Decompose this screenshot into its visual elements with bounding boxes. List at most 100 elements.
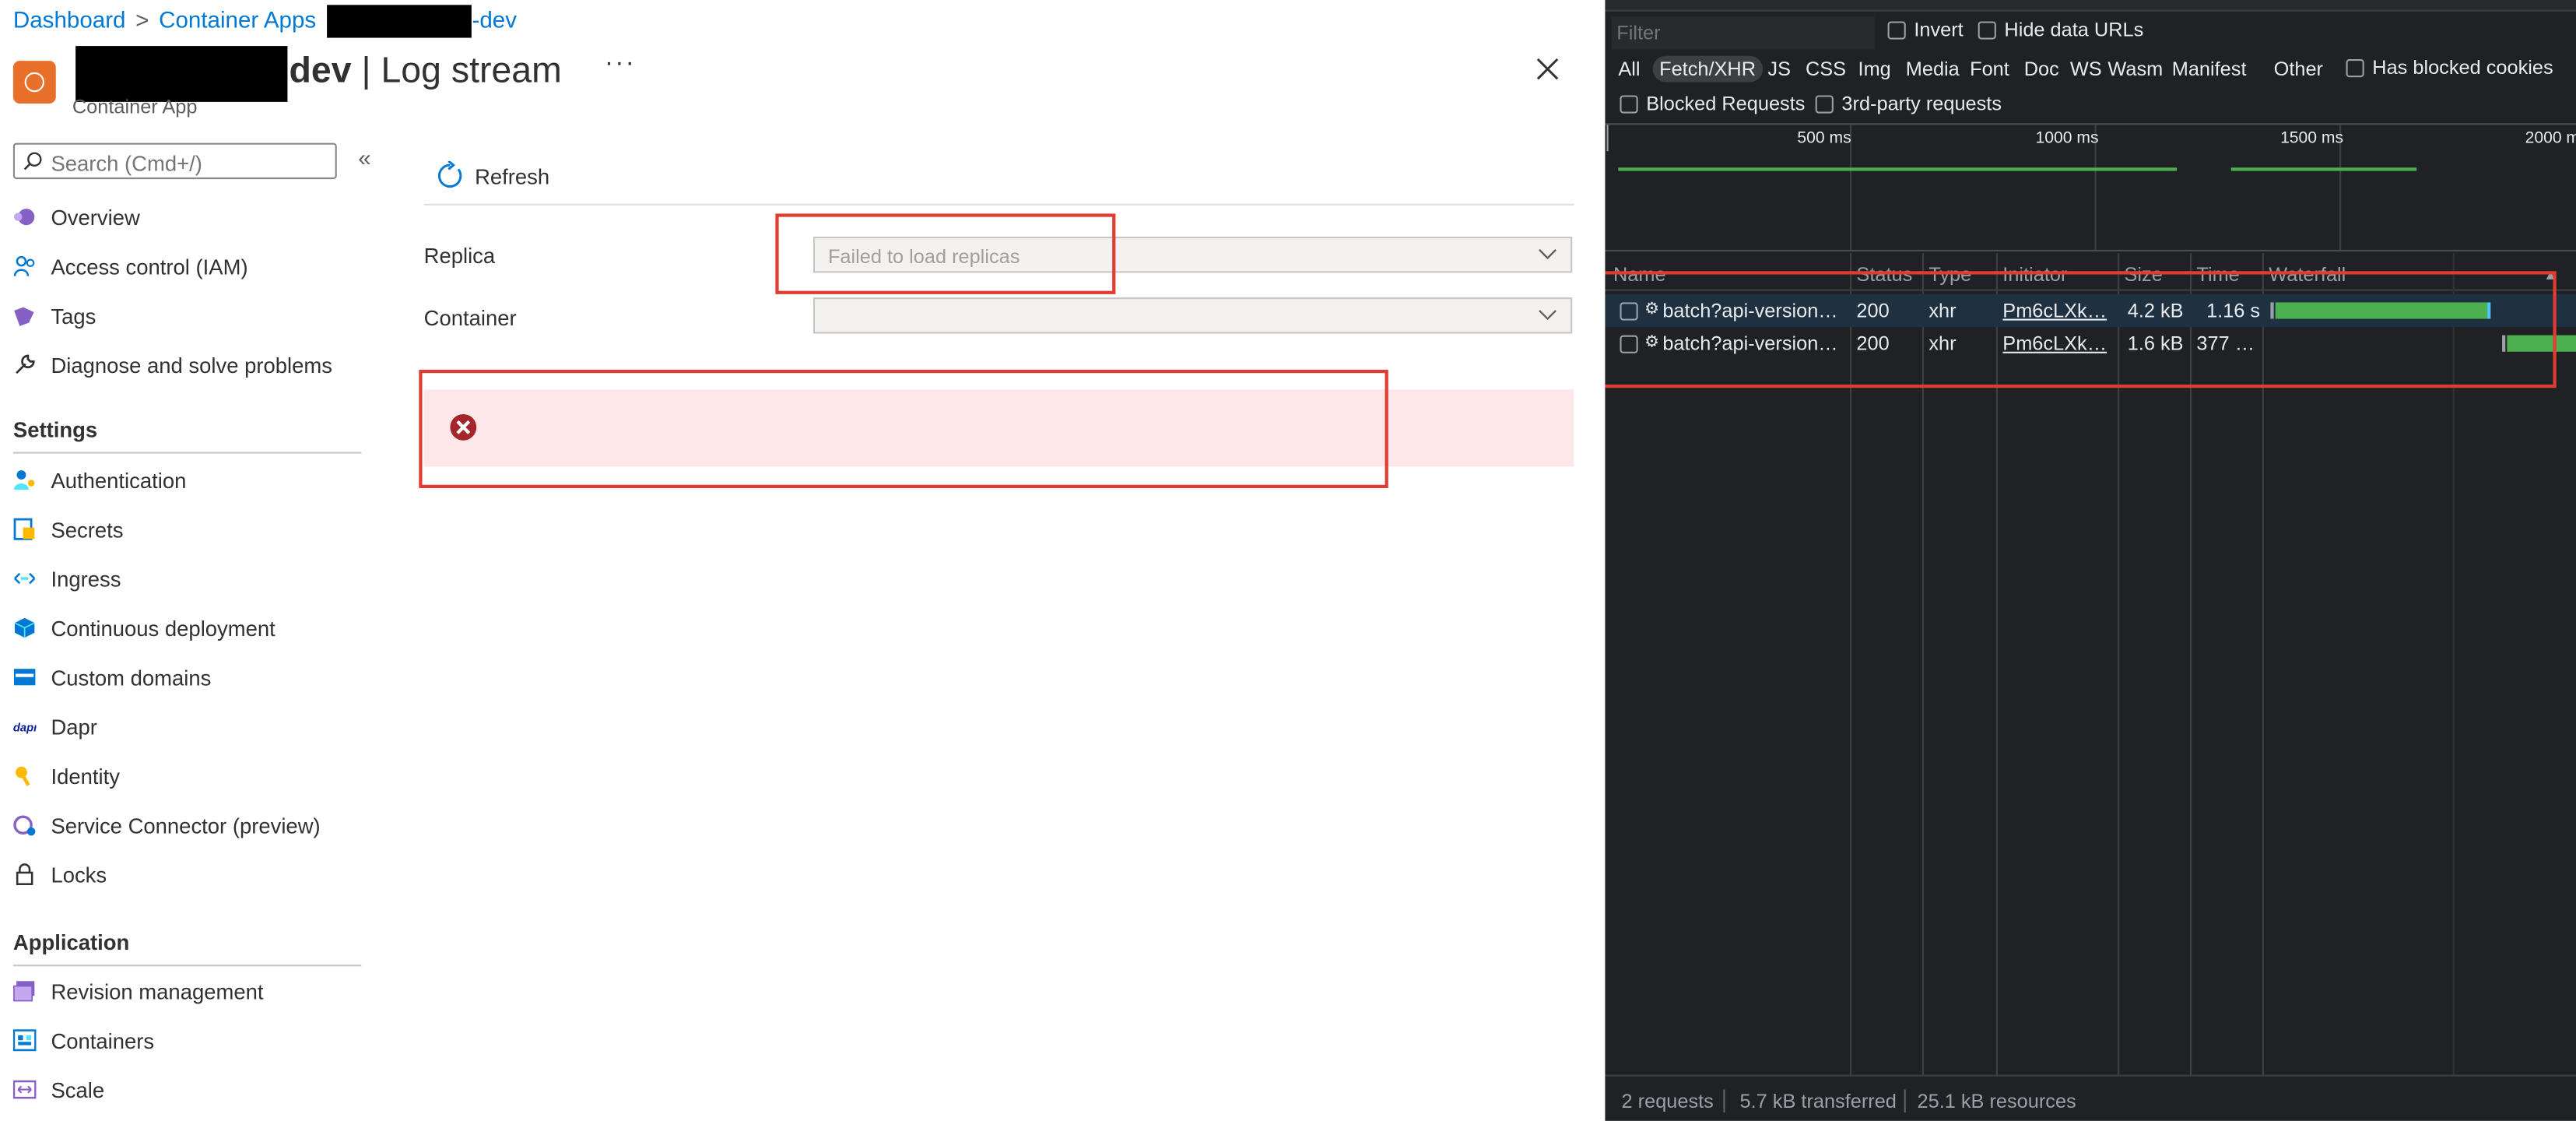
highlight-box-requests: [1605, 271, 2557, 388]
invert-label: Invert: [1914, 18, 1964, 41]
page-title: dev | Log stream: [290, 49, 562, 92]
collapse-sidebar-button[interactable]: «: [358, 145, 370, 171]
sidebar-item-label: Locks: [51, 863, 107, 887]
breadcrumb-dashboard[interactable]: Dashboard: [13, 6, 126, 33]
summary-resources: 25.1 kB resources: [1917, 1089, 2076, 1113]
search-input[interactable]: [47, 144, 334, 181]
close-icon: [1536, 58, 1559, 80]
sidebar-item-custom-domains[interactable]: Custom domains: [13, 659, 362, 699]
overview-request-bar: [1618, 167, 2178, 171]
timeline-tick: 2000 ms: [2525, 129, 2576, 148]
search-icon: [23, 152, 42, 170]
sidebar-item-dapr[interactable]: dapr Dapr: [13, 708, 362, 748]
section-heading-settings: Settings: [12, 417, 98, 442]
sidebar-item-tags[interactable]: Tags: [13, 297, 362, 337]
sidebar-item-label: Scale: [51, 1077, 105, 1103]
sidebar-item-label: Tags: [51, 304, 97, 329]
sidebar-item-identity[interactable]: Identity: [13, 757, 362, 797]
redacted-block: [327, 5, 472, 38]
container-label: Container: [423, 305, 517, 331]
type-filter-font[interactable]: Font: [1965, 56, 2014, 83]
type-filter-js[interactable]: JS: [1763, 56, 1795, 83]
section-divider: [12, 965, 362, 967]
has-blocked-cookies-label: Has blocked cookies: [2372, 55, 2553, 79]
breadcrumb: Dashboard > Container Apps -dev: [13, 5, 517, 38]
redacted-block: [75, 46, 288, 102]
revision-icon: [13, 981, 35, 1002]
www-icon: [13, 669, 36, 686]
toolbar-divider: [423, 203, 1574, 206]
breadcrumb-container-apps[interactable]: Container Apps: [159, 6, 316, 33]
person-key-icon: [13, 470, 35, 490]
sidebar-item-ingress[interactable]: Ingress: [13, 560, 362, 600]
page-title-suffix: | Log stream: [351, 49, 562, 91]
breadcrumb-app-suffix[interactable]: -dev: [472, 6, 517, 33]
third-party-requests-checkbox[interactable]: [1815, 95, 1834, 114]
has-blocked-cookies-checkbox[interactable]: [2346, 58, 2364, 78]
sidebar-item-label: Overview: [51, 205, 140, 230]
type-filter-media[interactable]: Media: [1900, 56, 1964, 83]
timeline-tick: 1500 ms: [2280, 129, 2344, 148]
connector-icon: [13, 815, 36, 836]
search-box[interactable]: [12, 142, 337, 181]
sidebar-item-access-control[interactable]: Access control (IAM): [13, 248, 362, 288]
breadcrumb-separator: >: [135, 5, 149, 33]
close-button[interactable]: [1531, 53, 1563, 86]
refresh-icon: [437, 160, 462, 188]
network-summary-bar: 2 requests 5.7 kB transferred 25.1 kB re…: [1605, 1074, 2576, 1121]
scale-icon: [12, 1080, 37, 1099]
highlight-box-error: [419, 369, 1388, 488]
tick-gridline: [1606, 125, 1609, 152]
sidebar-item-service-connector[interactable]: Service Connector (preview): [13, 807, 362, 847]
type-filter-other[interactable]: Other: [2269, 56, 2328, 83]
sidebar-item-overview[interactable]: Overview: [13, 199, 362, 238]
key-icon: [16, 766, 30, 786]
containers-icon: [12, 1029, 37, 1052]
more-options-button[interactable]: ···: [605, 49, 636, 79]
sidebar-item-continuous-deployment[interactable]: Continuous deployment: [13, 610, 362, 649]
sidebar-item-authentication[interactable]: Authentication: [13, 462, 362, 501]
highlight-box-replica: [775, 213, 1116, 294]
hide-data-urls-checkbox[interactable]: [1978, 21, 1996, 40]
people-icon: [13, 255, 35, 276]
overview-top-border: [1605, 123, 2576, 125]
type-filter-doc[interactable]: Doc: [2019, 56, 2064, 83]
devtools-tab-strip: [1605, 0, 2576, 12]
timeline-tick: 500 ms: [1797, 129, 1851, 148]
hide-data-urls-label: Hide data URLs: [2004, 18, 2144, 41]
invert-checkbox[interactable]: [1887, 21, 1906, 40]
filter-input[interactable]: [1611, 16, 1875, 50]
sidebar-item-secrets[interactable]: Secrets: [13, 511, 362, 551]
sidebar-item-containers[interactable]: Containers: [12, 1022, 362, 1062]
sidebar-item-label: Ingress: [51, 567, 121, 592]
sidebar-item-diagnose[interactable]: Diagnose and solve problems: [13, 346, 362, 386]
type-filter-all[interactable]: All: [1613, 56, 1645, 83]
replica-label: Replica: [423, 243, 496, 269]
svg-text:dapr: dapr: [13, 722, 37, 734]
azure-portal-pane: Dashboard > Container Apps -dev dev | Log …: [0, 0, 1606, 1121]
sidebar-item-revision-management[interactable]: Revision management: [13, 973, 362, 1013]
devtools-network-panel: Invert Hide data URLs All Fetch/XHR JS C…: [1605, 0, 2576, 1121]
sidebar-item-scale[interactable]: Scale: [12, 1071, 362, 1111]
arrows-icon: [14, 572, 36, 585]
tag-icon: [14, 307, 34, 326]
sidebar-item-locks[interactable]: Locks: [13, 856, 362, 896]
chevron-down-icon: [1539, 310, 1556, 321]
sidebar-item-label: Dapr: [51, 715, 97, 740]
type-filter-fetch-xhr[interactable]: Fetch/XHR: [1652, 55, 1763, 83]
container-app-logo-icon: [12, 61, 56, 104]
type-filter-css[interactable]: CSS: [1801, 56, 1851, 83]
type-filter-manifest[interactable]: Manifest: [2167, 56, 2251, 83]
sidebar-item-label: Access control (IAM): [51, 255, 248, 279]
sidebar-item-label: Containers: [51, 1028, 155, 1054]
page-subtitle: Container App: [72, 95, 198, 118]
container-dropdown[interactable]: [812, 297, 1573, 334]
blocked-requests-checkbox[interactable]: [1620, 95, 1638, 114]
type-filter-wasm[interactable]: Wasm: [2103, 56, 2168, 83]
cube-icon: [14, 617, 35, 638]
type-filter-img[interactable]: Img: [1853, 56, 1896, 83]
sidebar-item-label: Secrets: [51, 517, 124, 543]
page-title-app: dev: [289, 49, 352, 91]
sidebar-item-label: Service Connector (preview): [51, 813, 321, 838]
type-filter-ws[interactable]: WS: [2065, 56, 2107, 83]
